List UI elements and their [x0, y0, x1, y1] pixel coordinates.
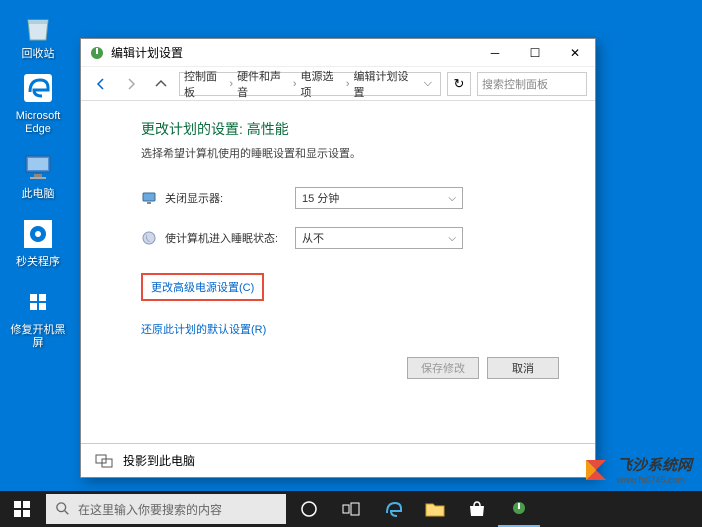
restore-defaults-link[interactable]: 还原此计划的默认设置(R): [141, 321, 559, 337]
recycle-bin-icon: [20, 8, 56, 44]
desktop-icon-this-pc[interactable]: 此电脑: [8, 148, 68, 201]
setting-display-off: 关闭显示器: 15 分钟: [141, 187, 559, 209]
page-subtitle: 选择希望计算机使用的睡眠设置和显示设置。: [141, 145, 559, 161]
cancel-button[interactable]: 取消: [487, 357, 559, 379]
search-icon: [56, 502, 70, 516]
taskbar-cortana[interactable]: [288, 491, 330, 527]
breadcrumb-dropdown[interactable]: ⌵: [420, 77, 436, 90]
refresh-button[interactable]: ↻: [447, 72, 471, 96]
minimize-button[interactable]: ─: [475, 39, 515, 67]
taskbar-search[interactable]: 在这里输入你要搜索的内容: [46, 494, 286, 524]
advanced-settings-link[interactable]: 更改高级电源设置(C): [141, 273, 264, 301]
maximize-button[interactable]: ☐: [515, 39, 555, 67]
window-title: 编辑计划设置: [111, 44, 475, 61]
desktop-icon-recycle[interactable]: 回收站: [8, 8, 68, 61]
forward-button[interactable]: [119, 72, 143, 96]
computer-icon: [20, 148, 56, 184]
setting-label: 关闭显示器:: [165, 190, 295, 206]
breadcrumb[interactable]: 控制面板 › 硬件和声音 › 电源选项 › 编辑计划设置 ⌵: [179, 72, 441, 96]
close-button[interactable]: ✕: [555, 39, 595, 67]
taskbar-edge[interactable]: [372, 491, 414, 527]
page-title: 更改计划的设置: 高性能: [141, 119, 559, 139]
breadcrumb-item[interactable]: 编辑计划设置: [354, 68, 416, 100]
back-button[interactable]: [89, 72, 113, 96]
display-off-select[interactable]: 15 分钟: [295, 187, 463, 209]
taskbar: 在这里输入你要搜索的内容: [0, 491, 702, 527]
search-input[interactable]: 搜索控制面板: [477, 72, 587, 96]
gear-icon: [20, 216, 56, 252]
up-button[interactable]: [149, 72, 173, 96]
monitor-icon: [141, 190, 157, 206]
breadcrumb-item[interactable]: 硬件和声音: [237, 68, 289, 100]
power-options-icon: [89, 45, 105, 61]
windows-icon: [14, 501, 30, 517]
taskbar-taskview[interactable]: [330, 491, 372, 527]
moon-icon: [141, 230, 157, 246]
start-button[interactable]: [0, 491, 44, 527]
taskbar-store[interactable]: [456, 491, 498, 527]
save-button: 保存修改: [407, 357, 479, 379]
taskbar-control-panel[interactable]: [498, 491, 540, 527]
navbar: 控制面板 › 硬件和声音 › 电源选项 › 编辑计划设置 ⌵ ↻ 搜索控制面板: [81, 67, 595, 101]
sleep-select[interactable]: 从不: [295, 227, 463, 249]
breadcrumb-item[interactable]: 电源选项: [300, 68, 341, 100]
content-area: 更改计划的设置: 高性能 选择希望计算机使用的睡眠设置和显示设置。 关闭显示器:…: [81, 101, 595, 443]
watermark: 飞沙系统网 www.fs0745.com: [581, 454, 692, 485]
taskbar-explorer[interactable]: [414, 491, 456, 527]
watermark-logo-icon: [581, 455, 611, 485]
desktop-icon-app1[interactable]: 秒关程序: [8, 216, 68, 269]
setting-label: 使计算机进入睡眠状态:: [165, 230, 295, 246]
titlebar: 编辑计划设置 ─ ☐ ✕: [81, 39, 595, 67]
control-panel-window: 编辑计划设置 ─ ☐ ✕ 控制面板 › 硬件和声音 › 电源选项 › 编辑计划设…: [80, 38, 596, 478]
project-icon: [95, 454, 113, 468]
edge-icon: [20, 70, 56, 106]
repair-icon: [20, 284, 56, 320]
breadcrumb-item[interactable]: 控制面板: [184, 68, 225, 100]
project-panel[interactable]: 投影到此电脑: [81, 443, 595, 477]
setting-sleep: 使计算机进入睡眠状态: 从不: [141, 227, 559, 249]
desktop-icon-edge[interactable]: Microsoft Edge: [8, 70, 68, 136]
desktop-icon-app2[interactable]: 修复开机黑屏: [8, 284, 68, 350]
